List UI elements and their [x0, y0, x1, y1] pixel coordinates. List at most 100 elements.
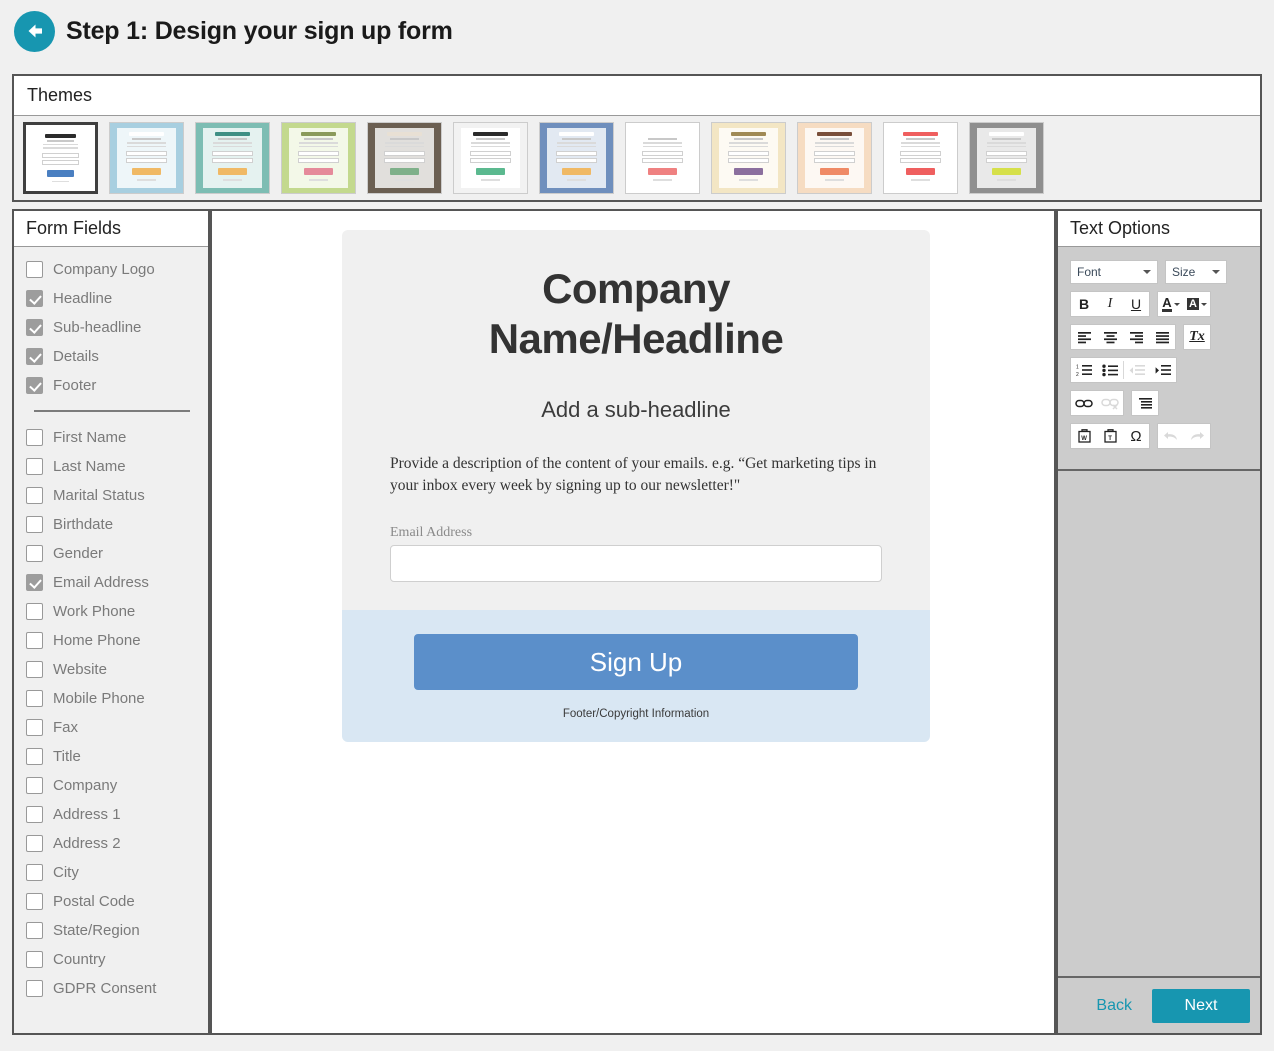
theme-thumbnail[interactable]: [453, 122, 528, 194]
field-checkbox[interactable]: [26, 806, 43, 823]
field-checkbox[interactable]: [26, 319, 43, 336]
theme-thumbnail-card: [547, 128, 606, 188]
form-footer-area: Sign Up Footer/Copyright Information: [342, 610, 930, 742]
field-checkbox[interactable]: [26, 429, 43, 446]
background-color-button[interactable]: A: [1184, 292, 1210, 316]
paste-from-word-button[interactable]: W: [1071, 424, 1097, 448]
field-checkbox[interactable]: [26, 835, 43, 852]
field-checkbox[interactable]: [26, 487, 43, 504]
form-footer-text[interactable]: Footer/Copyright Information: [414, 708, 858, 720]
italic-button[interactable]: I: [1097, 292, 1123, 316]
form-field-row[interactable]: State/Region: [14, 916, 208, 945]
form-field-row[interactable]: Postal Code: [14, 887, 208, 916]
align-right-button[interactable]: [1123, 325, 1149, 349]
form-field-row[interactable]: Headline: [14, 284, 208, 313]
form-field-row[interactable]: Email Address: [14, 568, 208, 597]
undo-button[interactable]: [1158, 424, 1184, 448]
form-field-row[interactable]: Address 1: [14, 800, 208, 829]
form-field-row[interactable]: Mobile Phone: [14, 684, 208, 713]
back-button[interactable]: [14, 11, 55, 52]
field-checkbox[interactable]: [26, 661, 43, 678]
theme-thumbnail[interactable]: [367, 122, 442, 194]
form-field-row[interactable]: Marital Status: [14, 481, 208, 510]
bulleted-list-button[interactable]: [1097, 358, 1123, 382]
form-field-row[interactable]: City: [14, 858, 208, 887]
form-field-row[interactable]: Company Logo: [14, 255, 208, 284]
theme-thumbnail[interactable]: [281, 122, 356, 194]
field-checkbox[interactable]: [26, 458, 43, 475]
field-checkbox[interactable]: [26, 980, 43, 997]
field-checkbox[interactable]: [26, 377, 43, 394]
field-checkbox[interactable]: [26, 893, 43, 910]
field-checkbox[interactable]: [26, 951, 43, 968]
field-checkbox[interactable]: [26, 864, 43, 881]
themes-thumbnail-strip[interactable]: [14, 116, 1260, 200]
form-field-row[interactable]: Fax: [14, 713, 208, 742]
theme-thumbnail[interactable]: [625, 122, 700, 194]
form-field-row[interactable]: Gender: [14, 539, 208, 568]
form-subheadline[interactable]: Add a sub-headline: [390, 397, 882, 423]
underline-button[interactable]: U: [1123, 292, 1149, 316]
field-checkbox[interactable]: [26, 348, 43, 365]
align-justify-button[interactable]: [1149, 325, 1175, 349]
field-checkbox[interactable]: [26, 574, 43, 591]
form-field-row[interactable]: Birthdate: [14, 510, 208, 539]
email-input[interactable]: [390, 545, 882, 582]
text-color-button[interactable]: A: [1158, 292, 1184, 316]
font-select[interactable]: Font: [1070, 260, 1158, 284]
paste-as-text-button[interactable]: T: [1097, 424, 1123, 448]
form-field-row[interactable]: Footer: [14, 371, 208, 400]
bold-button[interactable]: B: [1071, 292, 1097, 316]
special-character-button[interactable]: Ω: [1123, 424, 1149, 448]
form-field-row[interactable]: Last Name: [14, 452, 208, 481]
remove-format-button[interactable]: Tx: [1184, 325, 1210, 349]
signup-button[interactable]: Sign Up: [414, 634, 858, 690]
theme-thumbnail[interactable]: [109, 122, 184, 194]
field-checkbox[interactable]: [26, 290, 43, 307]
theme-thumbnail[interactable]: [883, 122, 958, 194]
theme-thumbnail[interactable]: [23, 122, 98, 194]
field-checkbox[interactable]: [26, 545, 43, 562]
theme-thumbnail-element: [903, 132, 937, 136]
field-checkbox[interactable]: [26, 922, 43, 939]
field-checkbox[interactable]: [26, 603, 43, 620]
field-checkbox[interactable]: [26, 516, 43, 533]
form-field-row[interactable]: GDPR Consent: [14, 974, 208, 1003]
size-select[interactable]: Size: [1165, 260, 1227, 284]
field-checkbox[interactable]: [26, 719, 43, 736]
field-checkbox[interactable]: [26, 690, 43, 707]
form-field-row[interactable]: Work Phone: [14, 597, 208, 626]
theme-thumbnail[interactable]: [969, 122, 1044, 194]
form-field-row[interactable]: First Name: [14, 423, 208, 452]
field-checkbox[interactable]: [26, 261, 43, 278]
numbered-list-button[interactable]: 1 2: [1071, 358, 1097, 382]
form-field-row[interactable]: Website: [14, 655, 208, 684]
align-left-button[interactable]: [1071, 325, 1097, 349]
align-center-button[interactable]: [1097, 325, 1123, 349]
theme-thumbnail[interactable]: [195, 122, 270, 194]
next-button[interactable]: Next: [1152, 989, 1250, 1023]
form-field-row[interactable]: Address 2: [14, 829, 208, 858]
form-field-row[interactable]: Country: [14, 945, 208, 974]
theme-thumbnail-element: [906, 138, 935, 140]
increase-indent-button[interactable]: [1150, 358, 1176, 382]
form-field-row[interactable]: Title: [14, 742, 208, 771]
form-details[interactable]: Provide a description of the content of …: [390, 453, 882, 497]
insert-link-button[interactable]: [1071, 391, 1097, 415]
theme-thumbnail[interactable]: [797, 122, 872, 194]
field-checkbox[interactable]: [26, 748, 43, 765]
form-field-row[interactable]: Details: [14, 342, 208, 371]
back-link[interactable]: Back: [1090, 993, 1138, 1019]
theme-thumbnail[interactable]: [711, 122, 786, 194]
field-checkbox[interactable]: [26, 632, 43, 649]
form-headline[interactable]: Company Name/Headline: [390, 264, 882, 363]
form-field-row[interactable]: Company: [14, 771, 208, 800]
redo-button[interactable]: [1184, 424, 1210, 448]
field-checkbox[interactable]: [26, 777, 43, 794]
unlink-button[interactable]: [1097, 391, 1123, 415]
form-field-row[interactable]: Sub-headline: [14, 313, 208, 342]
decrease-indent-button[interactable]: [1124, 358, 1150, 382]
blockquote-button[interactable]: [1132, 391, 1158, 415]
theme-thumbnail[interactable]: [539, 122, 614, 194]
form-field-row[interactable]: Home Phone: [14, 626, 208, 655]
